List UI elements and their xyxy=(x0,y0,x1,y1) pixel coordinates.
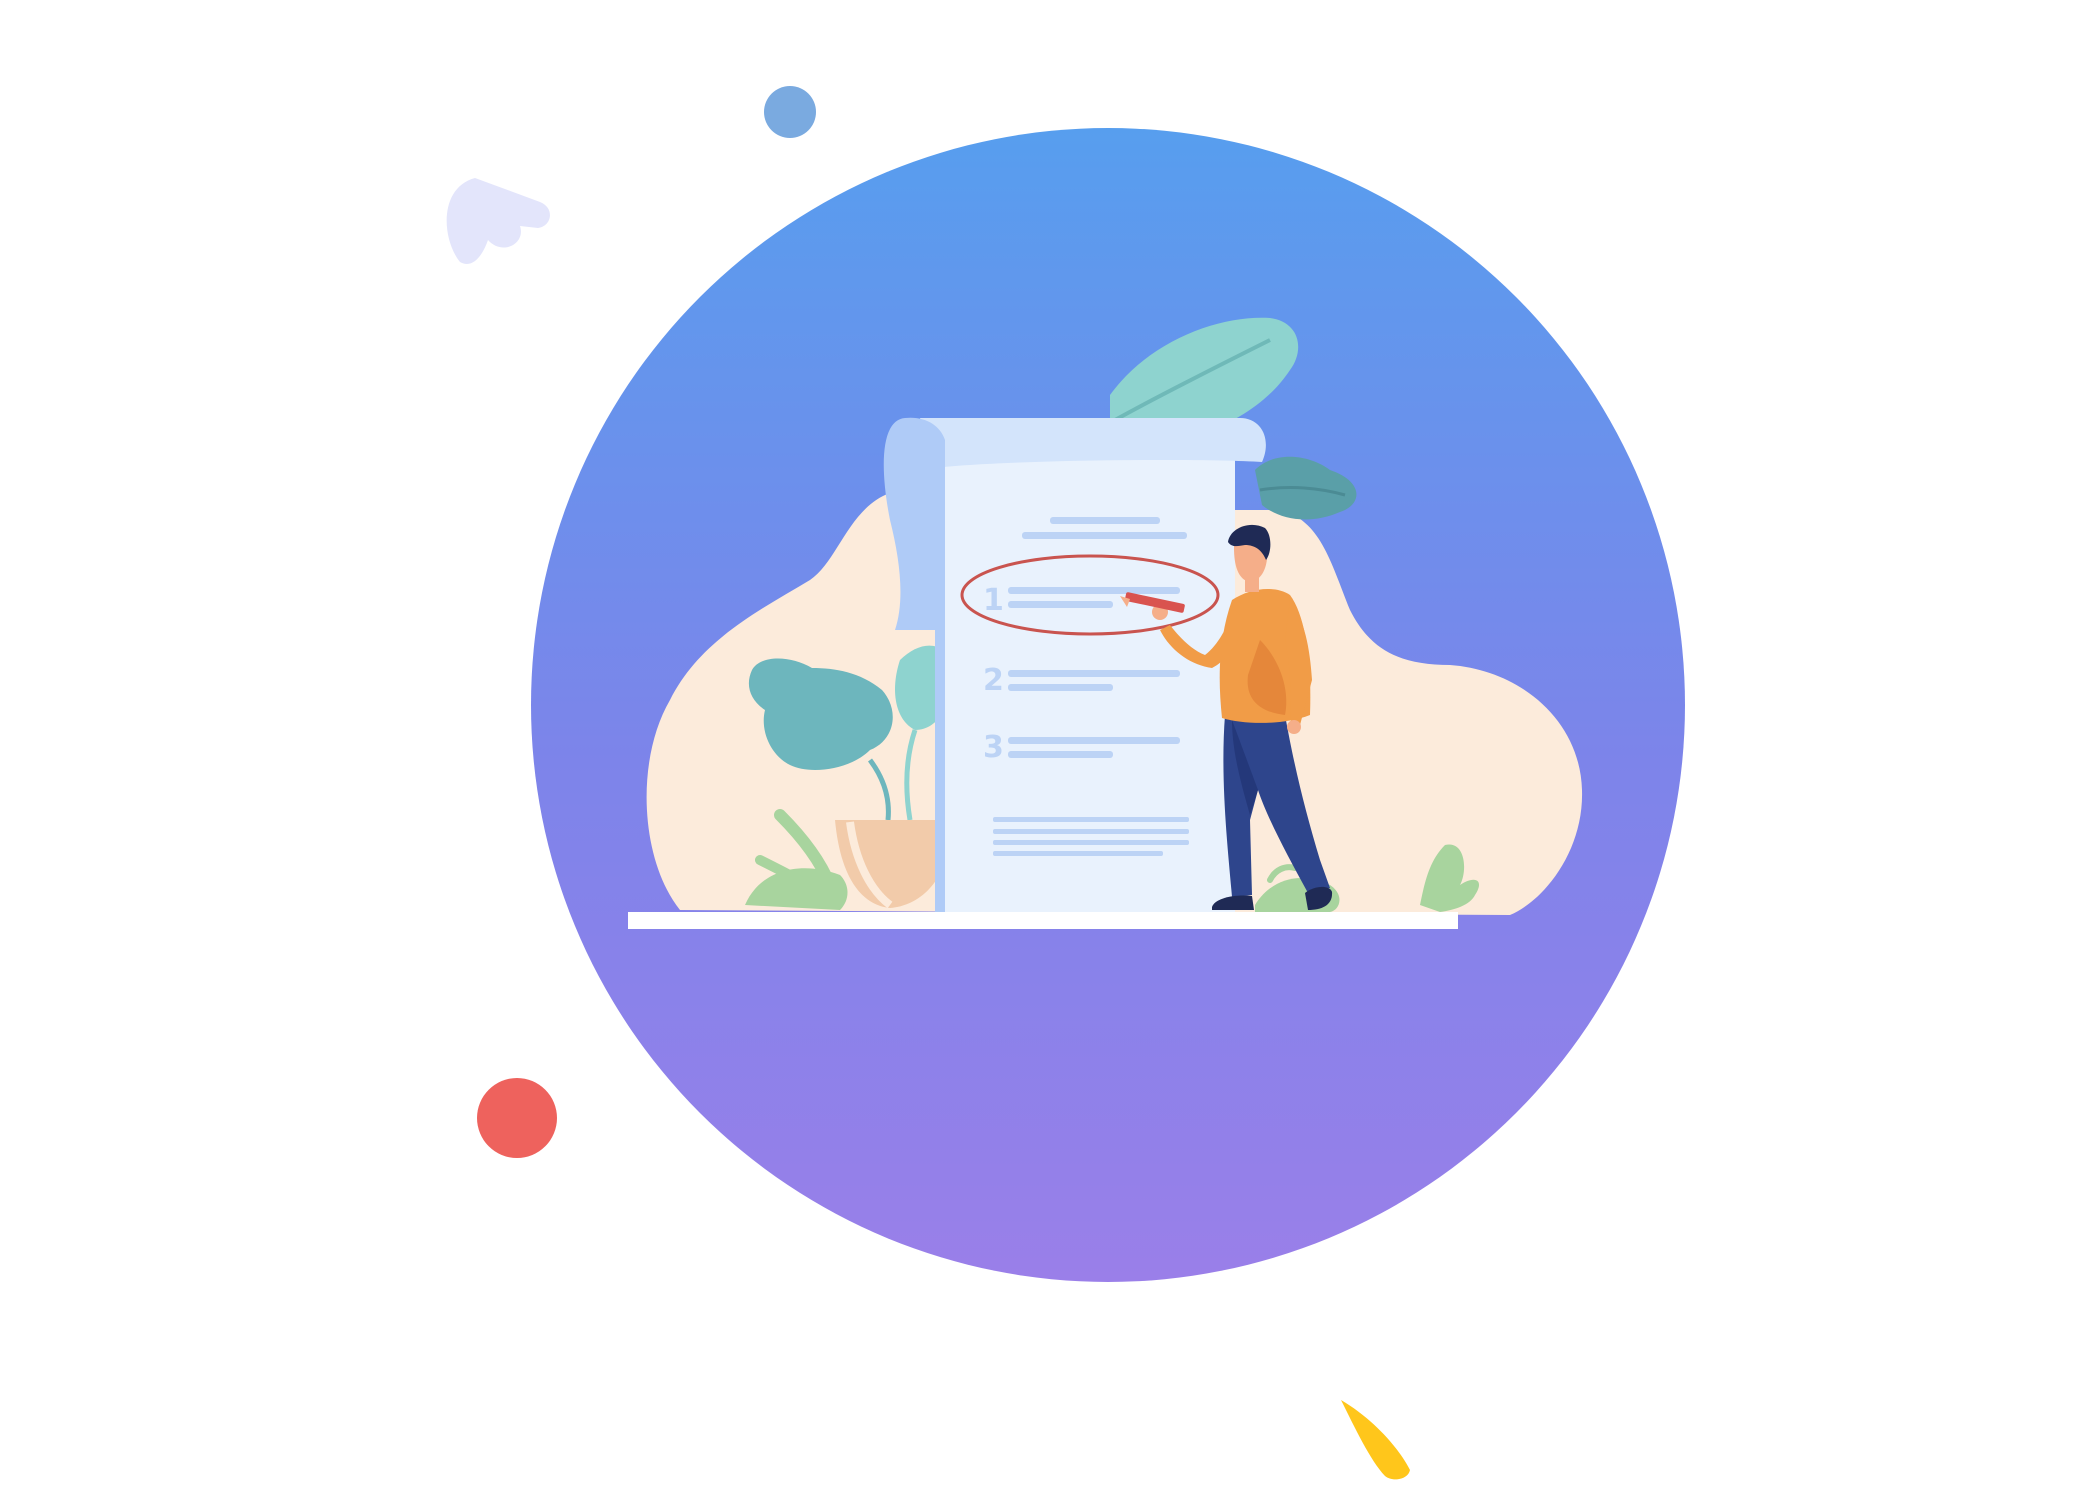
checklist-number: 3 xyxy=(983,730,1004,765)
checklist-illustration: 1 2 3 xyxy=(0,0,2074,1512)
checklist-line-short xyxy=(1008,601,1113,608)
illustration-canvas: 1 2 3 xyxy=(446,86,1685,1480)
checklist-line xyxy=(1008,670,1180,677)
checklist-number: 1 xyxy=(983,583,1004,618)
decorative-dot-icon-blue xyxy=(764,86,816,138)
decorative-dot-icon-red xyxy=(477,1078,557,1158)
paper-edge xyxy=(935,495,945,912)
person-hand-right xyxy=(1287,720,1301,734)
checklist-number: 2 xyxy=(983,663,1004,698)
paper-footer-line xyxy=(993,851,1163,856)
checklist-line xyxy=(1008,587,1180,594)
checklist-line xyxy=(1008,737,1180,744)
paper-title-line xyxy=(1050,517,1160,524)
ground-line xyxy=(628,912,1458,929)
paper-subtitle-line xyxy=(1022,532,1187,539)
decorative-feather-icon-yellow xyxy=(1341,1400,1410,1480)
decorative-wing-icon-lavender xyxy=(446,178,550,264)
checklist-line-short xyxy=(1008,684,1113,691)
paper-footer-line xyxy=(993,840,1189,845)
checklist-line-short xyxy=(1008,751,1113,758)
paper-footer-line xyxy=(993,829,1189,834)
paper-footer-line xyxy=(993,817,1189,822)
